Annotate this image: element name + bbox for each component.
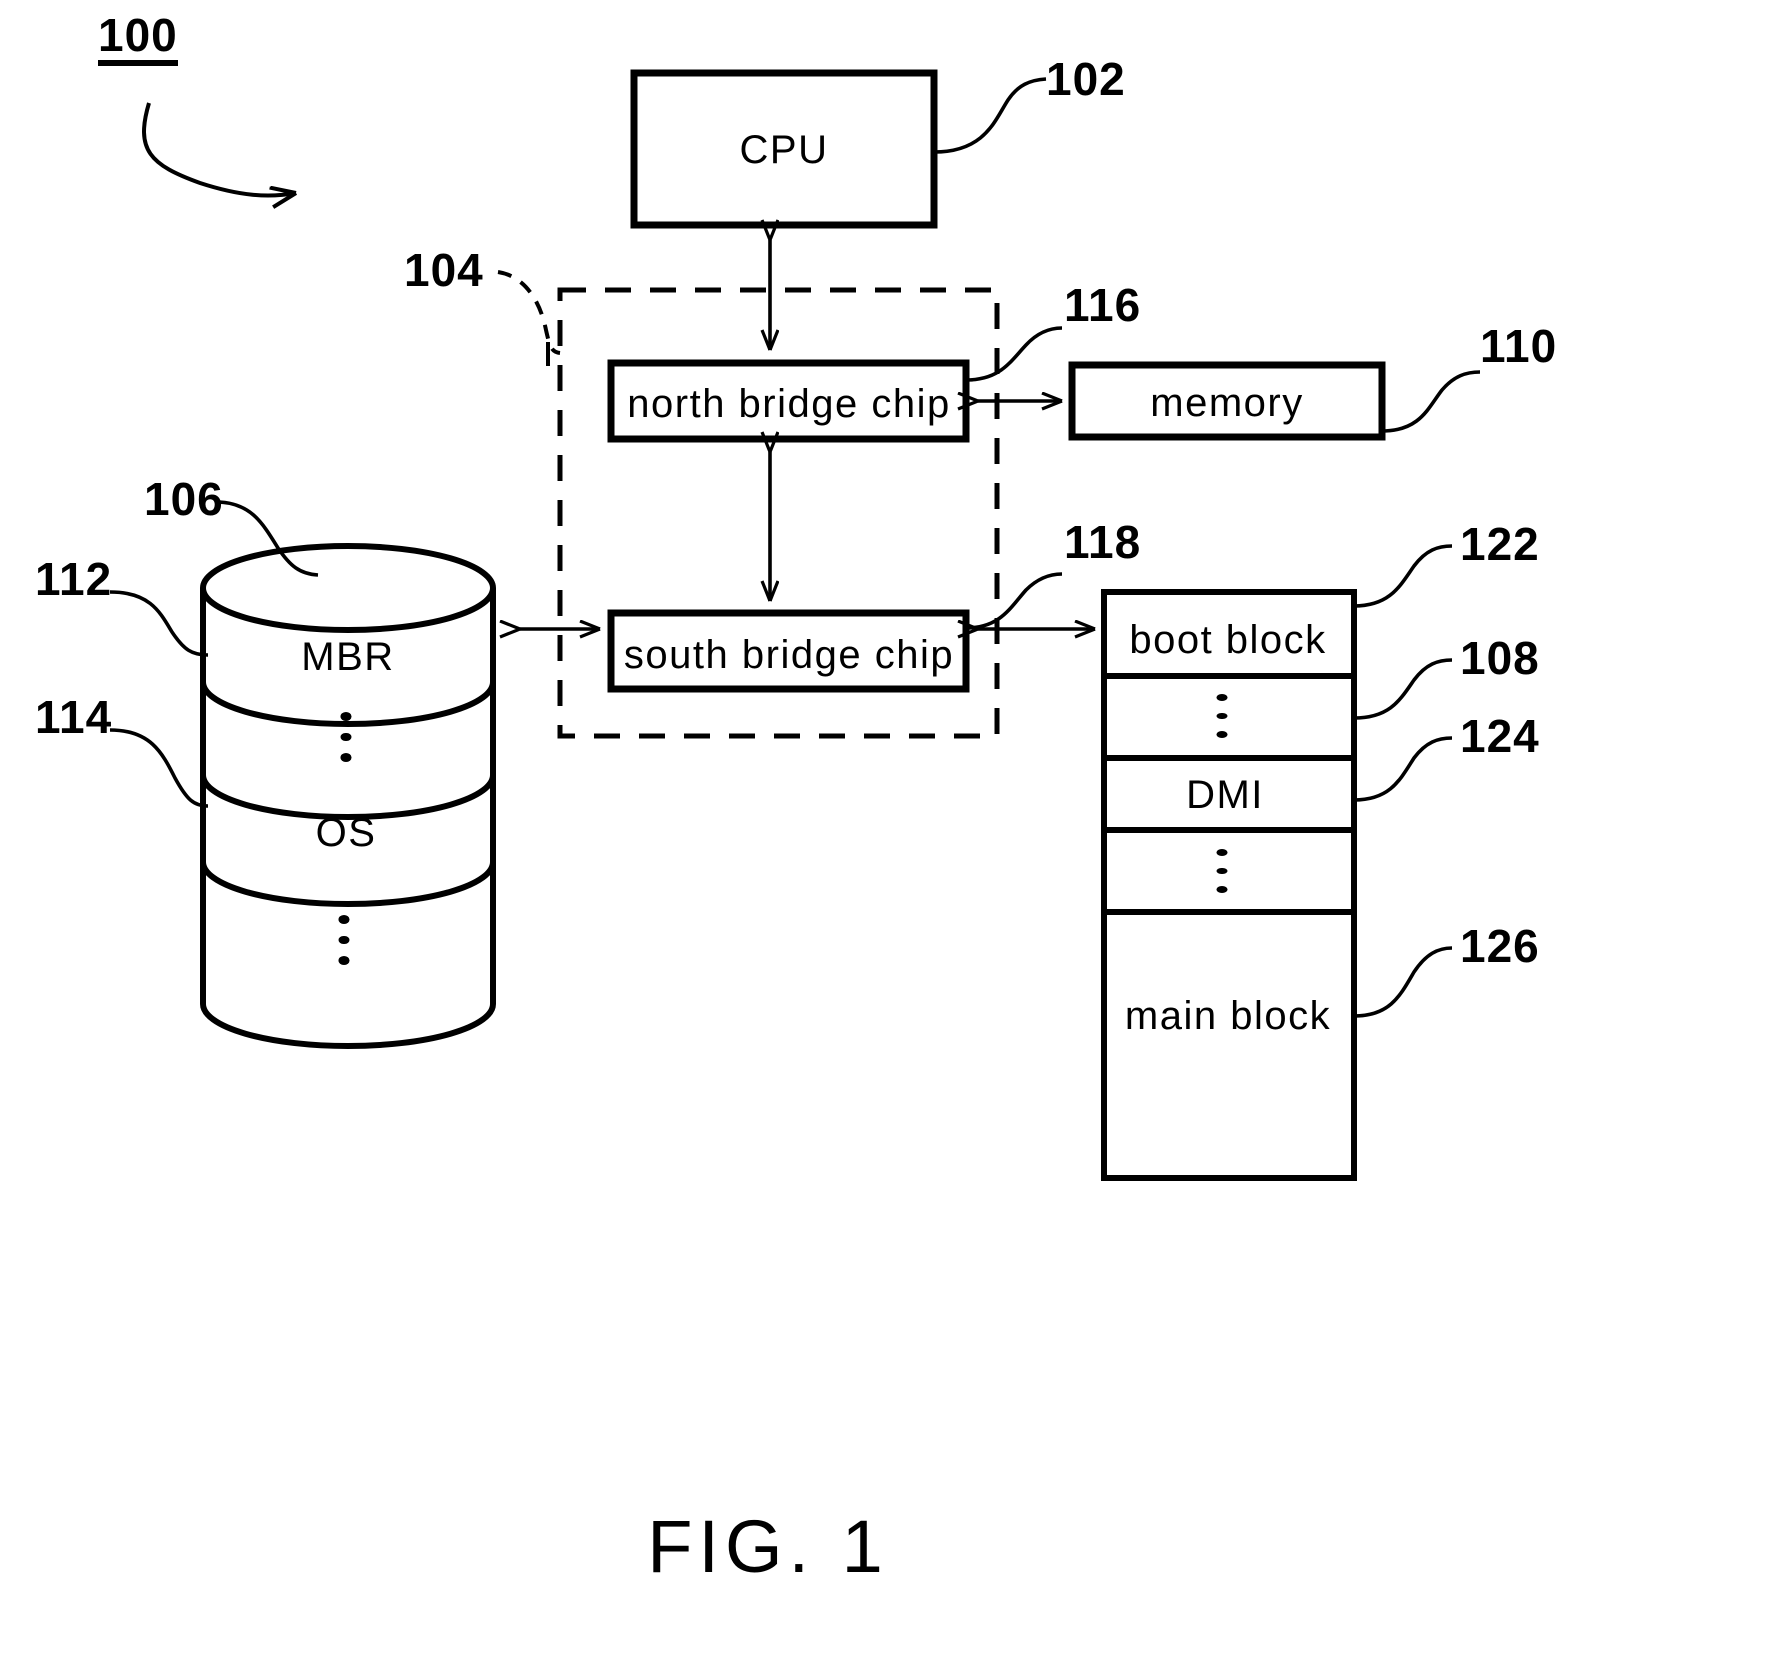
ref-102: 102 [1046, 53, 1126, 105]
ref-110: 110 [1480, 320, 1558, 372]
leader-114 [109, 728, 209, 808]
cpu-label: CPU [739, 128, 829, 172]
flash-row-main-block: main block [1124, 994, 1332, 1038]
ref-112: 112 [35, 553, 113, 605]
storage-segment-os: OS [315, 811, 377, 855]
leader-108 [1353, 658, 1453, 720]
north-bridge-label: north bridge chip [627, 382, 951, 426]
system-leader-arrow [142, 102, 296, 196]
ref-100: 100 [98, 12, 178, 66]
ref-122: 122 [1460, 518, 1540, 570]
ref-118: 118 [1064, 516, 1142, 568]
leader-102 [933, 77, 1047, 154]
storage-cylinder [200, 543, 496, 1049]
south-bridge-label: south bridge chip [623, 633, 955, 677]
storage-ellipsis-1 [340, 706, 352, 768]
leader-112 [109, 590, 209, 657]
ref-124: 124 [1460, 710, 1540, 762]
flash-row-dmi: DMI [1186, 773, 1264, 817]
leader-126 [1353, 946, 1453, 1018]
ref-104: 104 [404, 244, 484, 296]
flash-ellipsis-1 [1216, 688, 1228, 744]
patent-figure: 100 CPU 102 104 north bridge chip 116 so… [0, 0, 1765, 1662]
figure-caption: FIG. 1 [647, 1505, 889, 1588]
leader-110 [1381, 370, 1481, 433]
ref-126: 126 [1460, 920, 1540, 972]
memory-label: memory [1150, 381, 1304, 425]
leader-122 [1353, 544, 1453, 608]
flash-row-boot-block: boot block [1129, 618, 1327, 662]
ref-106: 106 [144, 473, 224, 525]
flash-block-stack [1101, 589, 1357, 1181]
leader-118 [965, 572, 1063, 630]
diagram-canvas [109, 69, 1481, 1181]
storage-ellipsis-2 [338, 909, 350, 971]
leader-104 [497, 270, 561, 355]
leader-124 [1353, 736, 1453, 802]
ref-116: 116 [1064, 279, 1142, 331]
ref-114: 114 [35, 691, 113, 743]
flash-ellipsis-2 [1216, 843, 1228, 899]
storage-segment-mbr: MBR [301, 635, 395, 679]
leader-116 [965, 326, 1063, 382]
ref-108: 108 [1460, 632, 1540, 684]
